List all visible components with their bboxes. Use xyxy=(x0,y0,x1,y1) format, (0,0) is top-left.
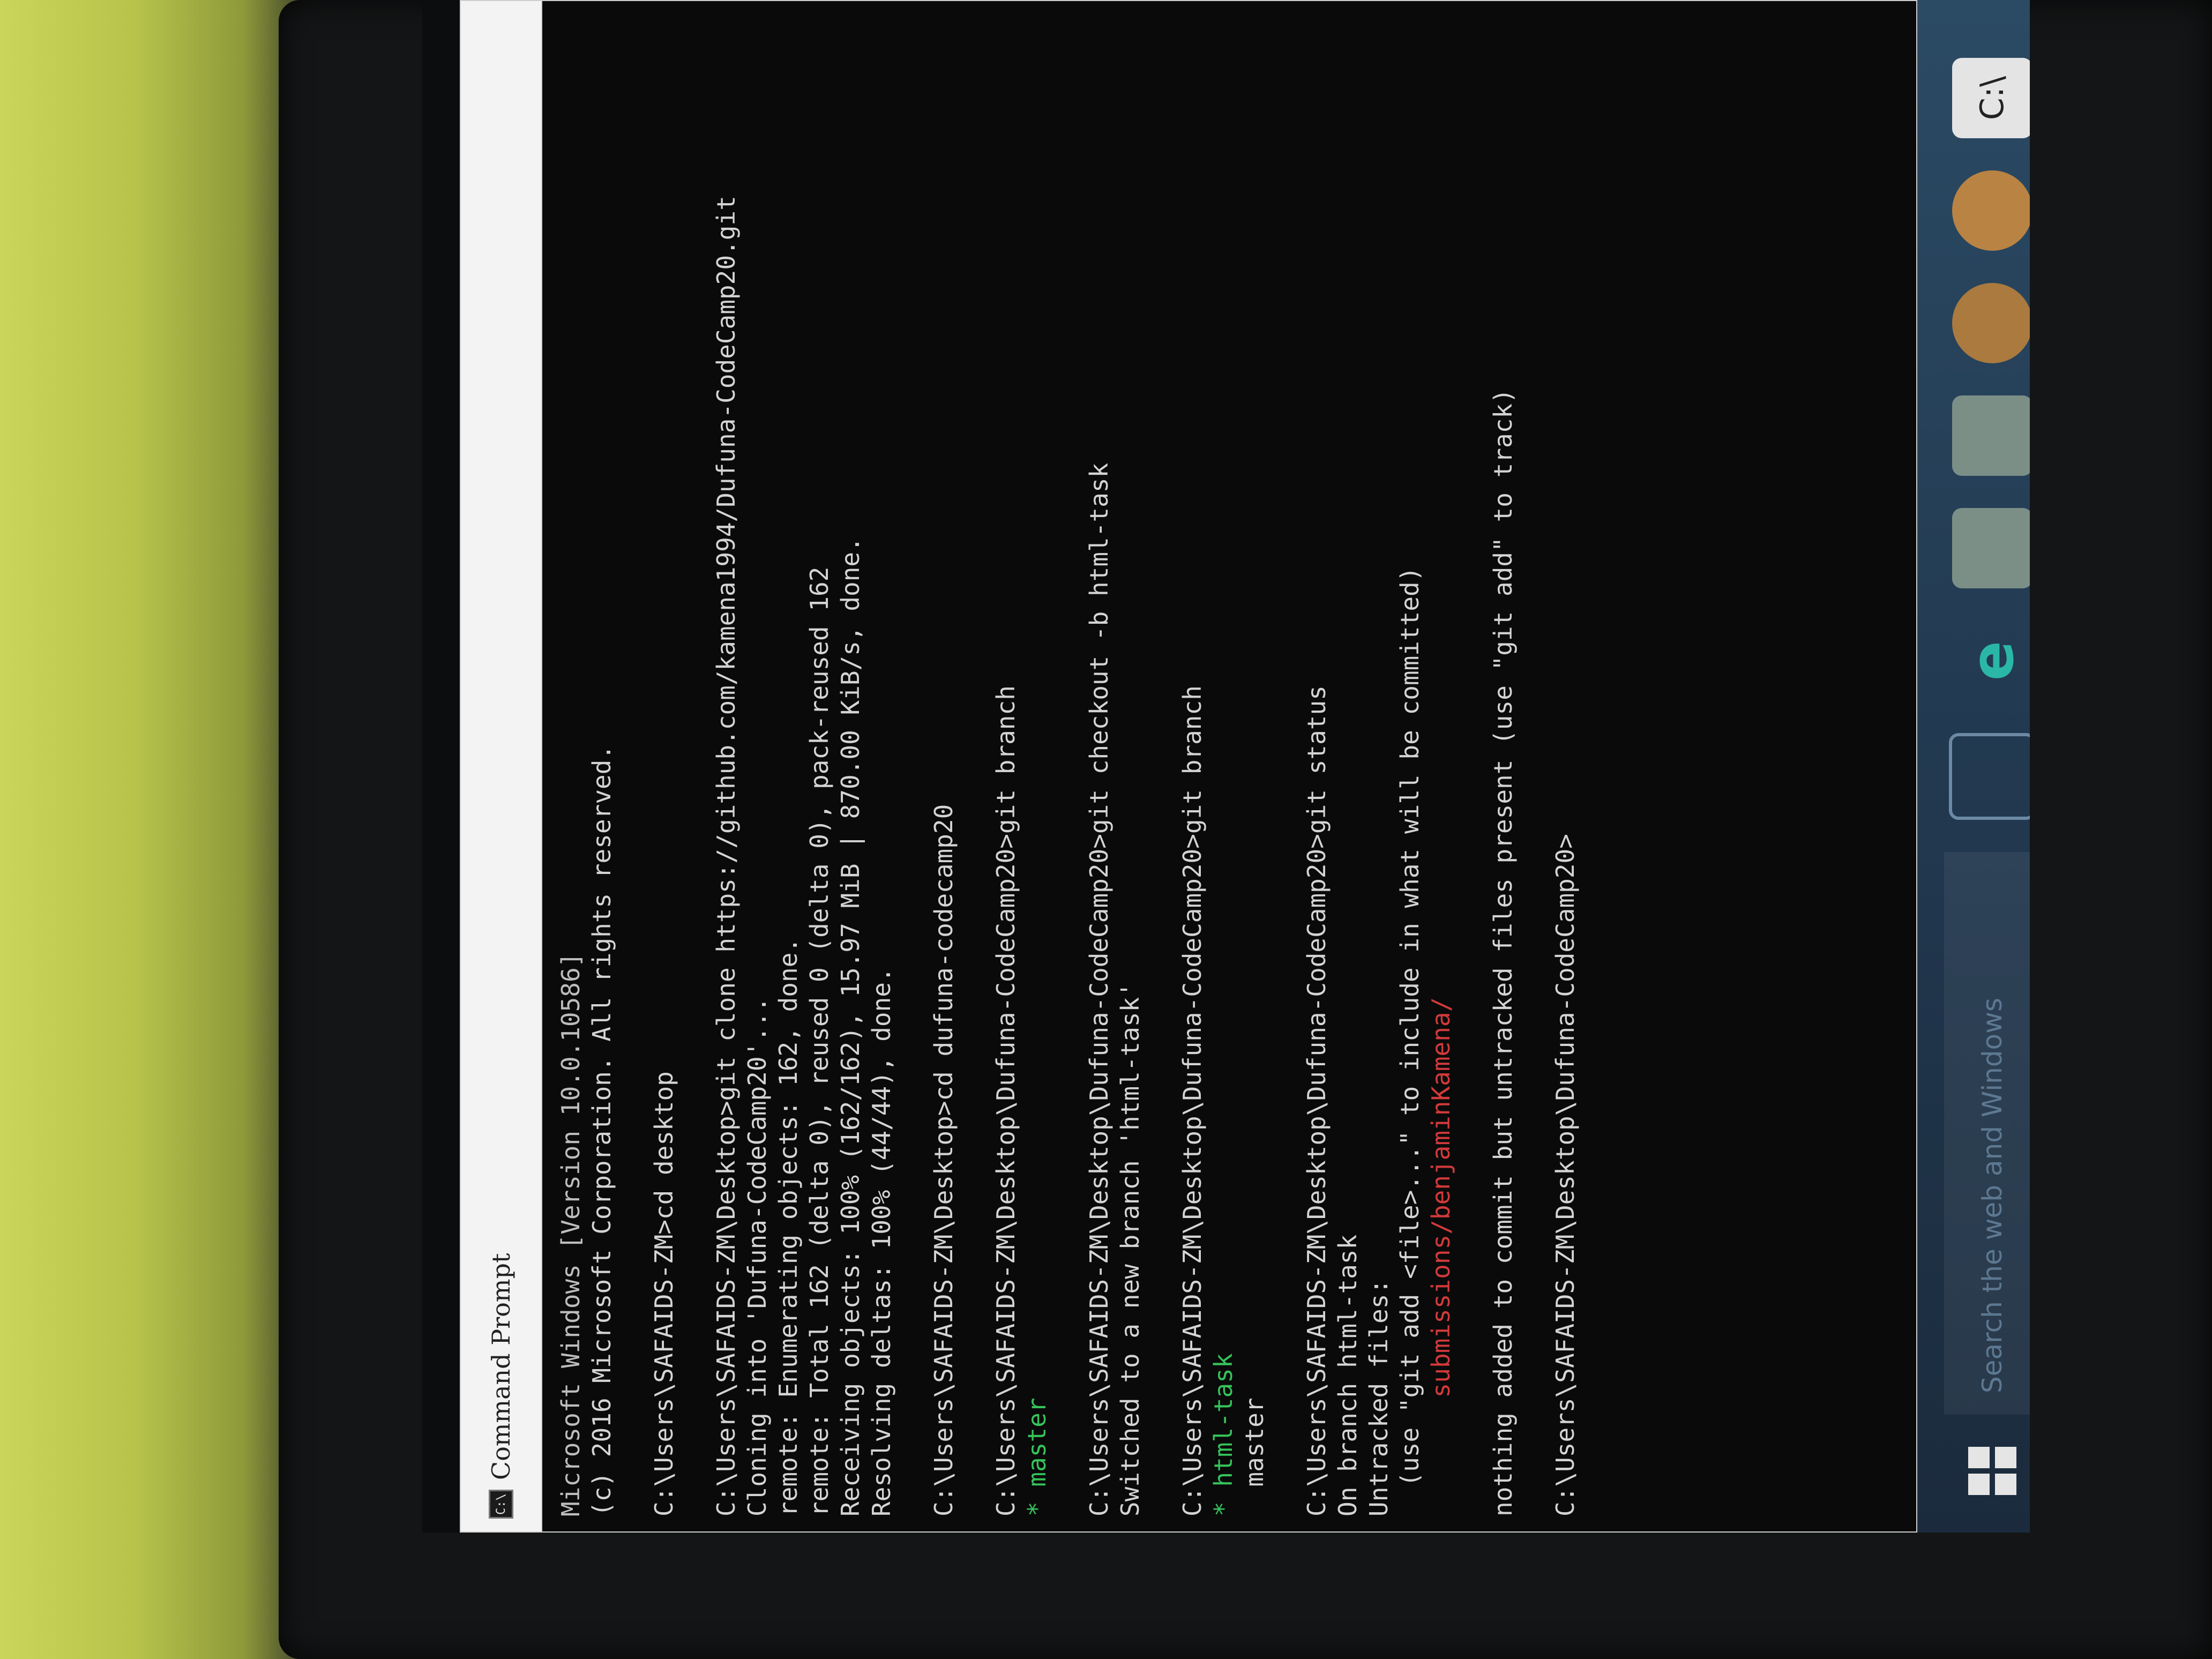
file-explorer-icon[interactable] xyxy=(1952,508,2030,588)
edge-icon[interactable]: e xyxy=(1952,621,2030,701)
app-icon-1[interactable] xyxy=(1952,283,2030,363)
console-line: * master xyxy=(1022,1398,1051,1516)
laptop-screen: C:\ Command Prompt Microsoft Windows [Ve… xyxy=(422,0,2030,1533)
console-line: On branch html-task xyxy=(1333,1234,1362,1516)
console-line: Receiving objects: 100% (162/162), 15.97… xyxy=(836,537,865,1516)
command-prompt-icon[interactable]: C:\ xyxy=(1952,58,2030,138)
console-line: (c) 2016 Microsoft Corporation. All righ… xyxy=(587,744,616,1516)
console-line: remote: Enumerating objects: 162, done. xyxy=(774,937,803,1516)
search-placeholder: Search the web and Windows xyxy=(1977,997,2008,1393)
console-line: remote: Total 162 (delta 0), reused 0 (d… xyxy=(805,566,834,1516)
console-line: C:\Users\SAFAIDS-ZM\Desktop\Dufuna-CodeC… xyxy=(1302,685,1331,1516)
command-prompt-window[interactable]: C:\ Command Prompt Microsoft Windows [Ve… xyxy=(460,0,1917,1533)
console-line: Cloning into 'Dufuna-CodeCamp20'... xyxy=(743,997,772,1516)
console-line: Untracked files: xyxy=(1364,1279,1393,1516)
windows-start-icon[interactable] xyxy=(1952,1431,2030,1511)
console-line: C:\Users\SAFAIDS-ZM\Desktop\Dufuna-CodeC… xyxy=(1085,462,1114,1516)
window-titlebar[interactable]: C:\ Command Prompt xyxy=(461,1,542,1531)
console-output[interactable]: Microsoft Windows [Version 10.0.10586] (c… xyxy=(542,1,1594,1531)
console-line: C:\Users\SAFAIDS-ZM>cd desktop xyxy=(649,1071,678,1516)
search-box[interactable]: Search the web and Windows xyxy=(1944,852,2030,1415)
cmd-icon: C:\ xyxy=(489,1490,513,1519)
console-line: Resolving deltas: 100% (44/44), done. xyxy=(867,967,896,1516)
app-icon-2[interactable] xyxy=(1952,170,2030,251)
console-line: submissions/benjaminKamena/ xyxy=(1426,997,1455,1516)
photo-scene: C:\ Command Prompt Microsoft Windows [Ve… xyxy=(0,0,2212,1659)
windows-desktop: C:\ Command Prompt Microsoft Windows [Ve… xyxy=(460,0,2030,1533)
console-line: * html-task xyxy=(1209,1353,1238,1516)
console-line: nothing added to commit but untracked fi… xyxy=(1489,388,1518,1516)
console-line: C:\Users\SAFAIDS-ZM\Desktop\Dufuna-CodeC… xyxy=(991,685,1020,1516)
console-line: (use "git add <file>..." to include in w… xyxy=(1395,566,1424,1516)
console-line: Switched to a new branch 'html-task' xyxy=(1116,982,1145,1516)
console-line: C:\Users\SAFAIDS-ZM\Desktop\Dufuna-CodeC… xyxy=(1178,685,1207,1516)
console-line: master xyxy=(1240,1398,1269,1516)
console-line: C:\Users\SAFAIDS-ZM\Desktop>git clone ht… xyxy=(712,196,741,1516)
window-title: Command Prompt xyxy=(487,1253,515,1480)
console-line: C:\Users\SAFAIDS-ZM\Desktop\Dufuna-CodeC… xyxy=(1551,834,1580,1516)
taskbar: Search the web and Windows e C:\ xyxy=(1917,0,2030,1533)
console-line: C:\Users\SAFAIDS-ZM\Desktop>cd dufuna-co… xyxy=(929,804,958,1516)
store-icon[interactable] xyxy=(1952,395,2030,476)
task-view-icon[interactable] xyxy=(1949,733,2030,820)
console-line: Microsoft Windows [Version 10.0.10586] xyxy=(556,952,585,1516)
